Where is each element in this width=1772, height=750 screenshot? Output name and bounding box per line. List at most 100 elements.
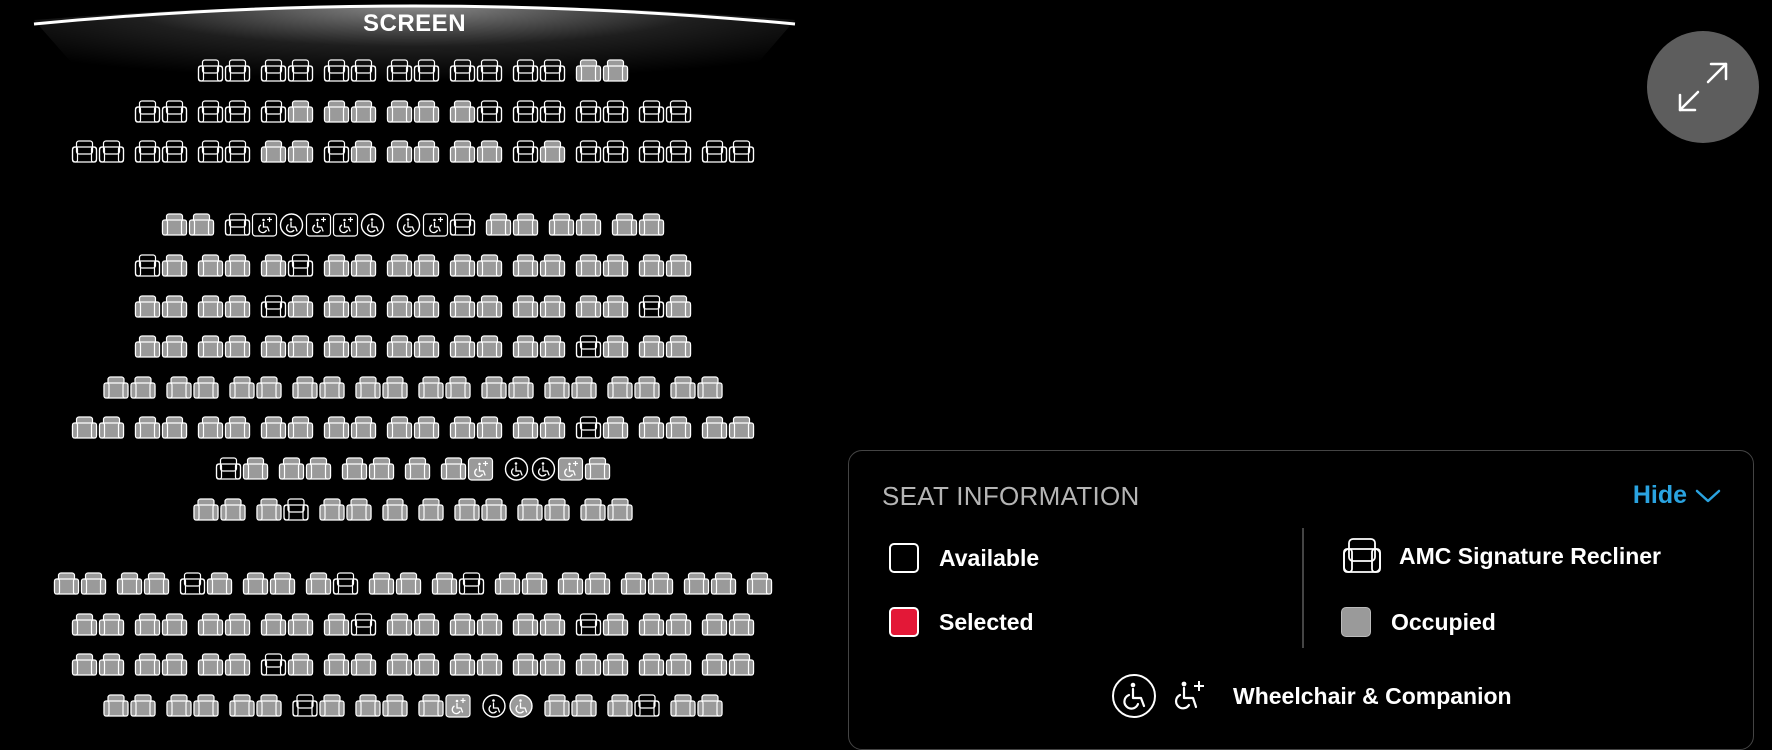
seat-occupied: [418, 694, 444, 717]
seat-available[interactable]: [197, 140, 224, 163]
legend-recliner-label: AMC Signature Recliner: [1399, 542, 1661, 569]
seat-occupied: [413, 653, 440, 676]
seat-available[interactable]: [458, 572, 485, 595]
seat-available[interactable]: [287, 254, 314, 277]
wheelchair-seat-icon[interactable]: [279, 213, 304, 237]
seat-occupied: [476, 653, 503, 676]
seat-occupied: [413, 295, 440, 318]
seat-occupied: [413, 335, 440, 358]
wheelchair-seat-icon[interactable]: [360, 213, 385, 237]
companion-seat-icon[interactable]: [422, 213, 449, 237]
wheelchair-seat-icon[interactable]: [482, 694, 506, 718]
seat-occupied: [197, 254, 224, 277]
seat-occupied: [350, 140, 377, 163]
seat-occupied: [512, 213, 539, 236]
hide-button[interactable]: Hide: [1633, 481, 1721, 510]
seat-occupied: [539, 613, 566, 636]
seat-occupied: [224, 335, 251, 358]
companion-seat-icon[interactable]: [305, 213, 332, 237]
expand-button[interactable]: [1647, 31, 1759, 143]
seat-occupied: [476, 140, 503, 163]
seat-occupied: [512, 335, 539, 358]
seat-occupied: [638, 653, 665, 676]
seat-available[interactable]: [575, 416, 602, 439]
seat-available[interactable]: [71, 140, 98, 163]
seats-layer: [53, 59, 773, 718]
seat-available[interactable]: [260, 295, 287, 318]
seat-occupied: [418, 376, 444, 399]
seat-occupied: [350, 653, 377, 676]
seat-occupied: [602, 295, 629, 318]
seat-available[interactable]: [728, 140, 755, 163]
wheelchair-seat-icon[interactable]: [531, 457, 556, 481]
legend-divider: [1302, 528, 1304, 648]
seat-occupied: [418, 498, 444, 521]
seat-available[interactable]: [161, 140, 188, 163]
seat-available[interactable]: [638, 295, 665, 318]
seat-available[interactable]: [134, 140, 161, 163]
seat-available[interactable]: [665, 140, 692, 163]
seat-occupied: [449, 335, 476, 358]
seat-occupied: [71, 653, 98, 676]
seat-available[interactable]: [260, 653, 287, 676]
seat-available[interactable]: [512, 140, 539, 163]
seat-occupied: [449, 100, 476, 123]
seat-occupied: [224, 416, 251, 439]
seat-available[interactable]: [224, 213, 251, 236]
seat-occupied: [350, 295, 377, 318]
seat-occupied: [476, 613, 503, 636]
seat-available[interactable]: [575, 140, 602, 163]
seat-available[interactable]: [332, 572, 359, 595]
seat-available[interactable]: [350, 613, 377, 636]
seat-available[interactable]: [161, 100, 188, 123]
seat-occupied: [512, 613, 539, 636]
seat-occupied: [71, 613, 98, 636]
seat-occupied: [161, 416, 188, 439]
seat-occupied: [611, 213, 638, 236]
seat-occupied: [143, 572, 170, 595]
seat-occupied: [80, 572, 107, 595]
seat-available[interactable]: [701, 140, 728, 163]
seat-occupied: [287, 613, 314, 636]
seat-available[interactable]: [634, 694, 660, 717]
seat-occupied: [710, 572, 737, 595]
seat-occupied: [746, 572, 773, 595]
seat-occupied: [386, 613, 413, 636]
seat-occupied: [287, 100, 314, 123]
seat-available[interactable]: [638, 100, 665, 123]
seat-available[interactable]: [665, 100, 692, 123]
seat-occupied: [134, 653, 161, 676]
seat-available[interactable]: [98, 140, 125, 163]
seat-available[interactable]: [602, 140, 629, 163]
seat-occupied: [193, 694, 219, 717]
seat-occupied: [449, 653, 476, 676]
seat-occupied: [620, 572, 647, 595]
seat-occupied: [319, 694, 345, 717]
seat-available[interactable]: [215, 457, 242, 480]
wheelchair-seat-icon[interactable]: [396, 213, 421, 237]
seat-available[interactable]: [323, 140, 350, 163]
seat-occupied: [269, 572, 296, 595]
seat-available[interactable]: [292, 694, 318, 717]
seat-available[interactable]: [134, 100, 161, 123]
seat-available[interactable]: [283, 498, 309, 521]
seat-available[interactable]: [179, 572, 206, 595]
seat-available[interactable]: [638, 140, 665, 163]
seat-occupied: [602, 416, 629, 439]
seat-occupied: [512, 653, 539, 676]
seat-occupied: [607, 376, 633, 399]
seat-occupied: [224, 613, 251, 636]
seat-occupied: [539, 653, 566, 676]
seat-occupied: [368, 572, 395, 595]
legend-wheelchair-label: Wheelchair & Companion: [1233, 682, 1512, 709]
wheelchair-seat-icon[interactable]: [504, 457, 529, 481]
companion-icon: [1175, 681, 1204, 710]
seat-available[interactable]: [575, 613, 602, 636]
companion-seat-icon[interactable]: [251, 213, 278, 237]
seat-available[interactable]: [224, 140, 251, 163]
seat-occupied: [346, 498, 372, 521]
seat-available[interactable]: [449, 213, 476, 236]
seat-available[interactable]: [575, 335, 602, 358]
companion-seat-icon[interactable]: [332, 213, 359, 237]
seat-available[interactable]: [134, 254, 161, 277]
